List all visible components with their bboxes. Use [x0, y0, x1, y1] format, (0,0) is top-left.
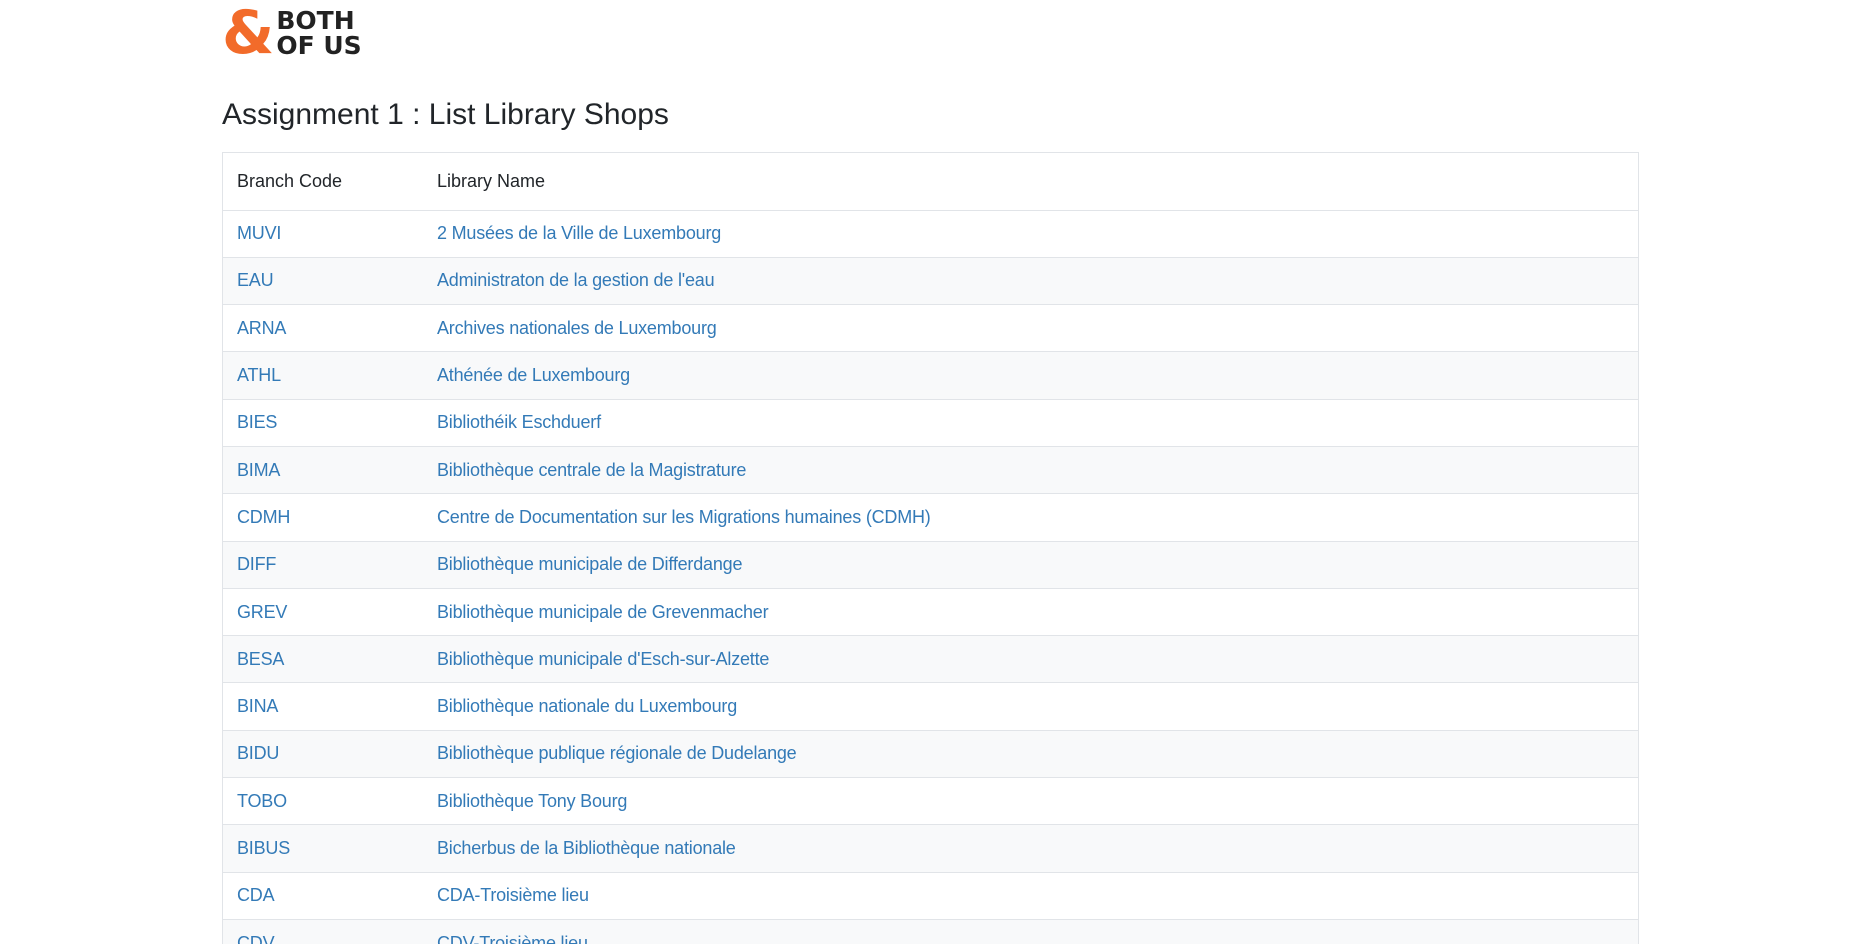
library-name-link[interactable]: CDV-Troisième lieu: [437, 933, 588, 944]
library-name-cell: CDV-Troisième lieu: [423, 919, 1638, 944]
library-name-link[interactable]: Bibliothèque publique régionale de Dudel…: [437, 743, 797, 763]
library-name-link[interactable]: 2 Musées de la Ville de Luxembourg: [437, 223, 721, 243]
page: & BOTH OF US Assignment 1 : List Library…: [0, 0, 1852, 944]
library-name-cell: Bibliothèque publique régionale de Dudel…: [423, 730, 1638, 779]
logo-ampersand: &: [222, 0, 275, 68]
branch-code-cell: BINA: [223, 682, 423, 731]
branch-code-link[interactable]: GREV: [237, 602, 287, 622]
page-title: Assignment 1 : List Library Shops: [222, 98, 669, 131]
library-name-cell: 2 Musées de la Ville de Luxembourg: [423, 210, 1638, 258]
library-name-cell: Administraton de la gestion de l'eau: [423, 257, 1638, 306]
table-body: MUVI 2 Musées de la Ville de Luxembourg EA…: [223, 210, 1638, 944]
table-row: ATHL Athénée de Luxembourg: [223, 351, 1638, 400]
branch-code-cell: BIDU: [223, 730, 423, 779]
library-name-link[interactable]: Archives nationales de Luxembourg: [437, 318, 717, 338]
library-name-link[interactable]: Bibliothèque centrale de la Magistrature: [437, 460, 746, 480]
table-row: ARNA Archives nationales de Luxembourg: [223, 304, 1638, 353]
table-row: MUVI 2 Musées de la Ville de Luxembourg: [223, 210, 1638, 258]
branch-code-link[interactable]: BINA: [237, 696, 278, 716]
branch-code-cell: BESA: [223, 635, 423, 684]
table-row: BIMA Bibliothèque centrale de la Magistra…: [223, 446, 1638, 495]
branch-code-cell: BIMA: [223, 446, 423, 495]
logo-wordmark: BOTH OF US: [276, 8, 361, 58]
branch-code-link[interactable]: BESA: [237, 649, 284, 669]
branch-code-cell: DIFF: [223, 541, 423, 589]
branch-code-link[interactable]: DIFF: [237, 554, 276, 574]
branch-code-link[interactable]: BIBUS: [237, 838, 290, 858]
library-name-cell: Bicherbus de la Bibliothèque nationale: [423, 824, 1638, 873]
branch-code-link[interactable]: BIDU: [237, 743, 279, 763]
library-table: Branch Code Library Name MUVI 2 Musées de…: [223, 153, 1638, 944]
branch-code-link[interactable]: CDV: [237, 933, 275, 944]
table-row: BIDU Bibliothèque publique régionale de D…: [223, 730, 1638, 779]
library-name-cell: Bibliothéik Eschduerf: [423, 399, 1638, 447]
library-name-link[interactable]: Bibliothèque municipale de Differdange: [437, 554, 742, 574]
branch-code-link[interactable]: ATHL: [237, 365, 281, 385]
table-row: BESA Bibliothèque municipale d'Esch-sur-A…: [223, 635, 1638, 684]
table-row: EAU Administraton de la gestion de l'eau: [223, 257, 1638, 306]
library-name-link[interactable]: Bibliothèque Tony Bourg: [437, 791, 627, 811]
table-row: CDV CDV-Troisième lieu: [223, 919, 1638, 944]
logo-line-1: BOTH: [276, 6, 355, 35]
branch-code-link[interactable]: TOBO: [237, 791, 287, 811]
library-name-cell: Bibliothèque municipale d'Esch-sur-Alzet…: [423, 635, 1638, 684]
library-name-link[interactable]: Bibliothèque municipale de Grevenmacher: [437, 602, 769, 622]
library-name-cell: Bibliothèque centrale de la Magistrature: [423, 446, 1638, 495]
branch-code-link[interactable]: CDA: [237, 885, 275, 905]
branch-code-cell: CDV: [223, 919, 423, 944]
branch-code-cell: CDA: [223, 872, 423, 920]
library-name-cell: Bibliothèque municipale de Grevenmacher: [423, 588, 1638, 637]
library-name-cell: CDA-Troisième lieu: [423, 872, 1638, 920]
library-name-cell: Centre de Documentation sur les Migratio…: [423, 493, 1638, 542]
table-row: CDMH Centre de Documentation sur les Migr…: [223, 493, 1638, 542]
branch-code-cell: TOBO: [223, 777, 423, 826]
table-row: BINA Bibliothèque nationale du Luxembourg: [223, 682, 1638, 731]
library-name-cell: Archives nationales de Luxembourg: [423, 304, 1638, 353]
table-header: Branch Code Library Name: [223, 153, 1638, 211]
branch-code-link[interactable]: BIMA: [237, 460, 280, 480]
library-name-link[interactable]: Bicherbus de la Bibliothèque nationale: [437, 838, 736, 858]
branch-code-cell: EAU: [223, 257, 423, 306]
library-name-link[interactable]: Administraton de la gestion de l'eau: [437, 270, 715, 290]
branch-code-link[interactable]: MUVI: [237, 223, 281, 243]
logo[interactable]: & BOTH OF US: [222, 0, 362, 68]
column-header-branch-code: Branch Code: [223, 153, 423, 211]
library-name-cell: Bibliothèque municipale de Differdange: [423, 541, 1638, 589]
branch-code-link[interactable]: ARNA: [237, 318, 286, 338]
branch-code-cell: MUVI: [223, 210, 423, 258]
library-name-cell: Bibliothèque Tony Bourg: [423, 777, 1638, 826]
branch-code-cell: CDMH: [223, 493, 423, 542]
branch-code-link[interactable]: BIES: [237, 412, 277, 432]
table-row: GREV Bibliothèque municipale de Grevenmac…: [223, 588, 1638, 637]
branch-code-link[interactable]: EAU: [237, 270, 274, 290]
table-row: BIES Bibliothéik Eschduerf: [223, 399, 1638, 447]
branch-code-link[interactable]: CDMH: [237, 507, 290, 527]
library-name-cell: Bibliothèque nationale du Luxembourg: [423, 682, 1638, 731]
branch-code-cell: BIES: [223, 399, 423, 447]
branch-code-cell: ARNA: [223, 304, 423, 353]
library-name-link[interactable]: Bibliothèque municipale d'Esch-sur-Alzet…: [437, 649, 769, 669]
library-name-link[interactable]: Athénée de Luxembourg: [437, 365, 630, 385]
library-name-link[interactable]: Bibliothéik Eschduerf: [437, 412, 601, 432]
branch-code-cell: GREV: [223, 588, 423, 637]
logo-line-2: OF US: [276, 31, 362, 60]
table-header-row: Branch Code Library Name: [223, 153, 1638, 211]
branch-code-cell: BIBUS: [223, 824, 423, 873]
column-header-library-name: Library Name: [423, 153, 1638, 211]
library-name-cell: Athénée de Luxembourg: [423, 351, 1638, 400]
library-name-link[interactable]: Centre de Documentation sur les Migratio…: [437, 507, 931, 527]
table-row: BIBUS Bicherbus de la Bibliothèque nation…: [223, 824, 1638, 873]
table-row: CDA CDA-Troisième lieu: [223, 872, 1638, 920]
branch-code-cell: ATHL: [223, 351, 423, 400]
table-row: DIFF Bibliothèque municipale de Differdan…: [223, 541, 1638, 589]
library-name-link[interactable]: CDA-Troisième lieu: [437, 885, 589, 905]
library-name-link[interactable]: Bibliothèque nationale du Luxembourg: [437, 696, 737, 716]
library-table-container: Branch Code Library Name MUVI 2 Musées de…: [222, 152, 1639, 944]
table-row: TOBO Bibliothèque Tony Bourg: [223, 777, 1638, 826]
